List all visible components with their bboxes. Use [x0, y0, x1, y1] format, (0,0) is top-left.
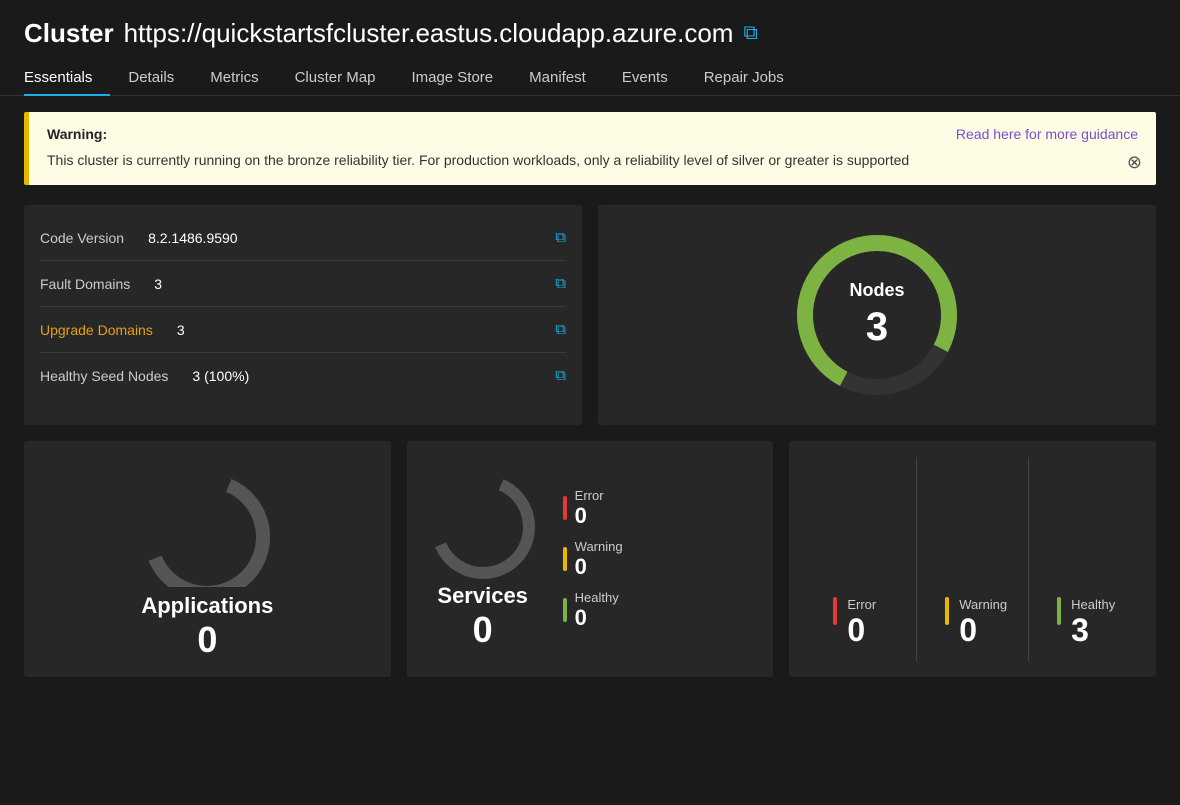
applications-donut-container: [127, 457, 287, 587]
nodes-value: 3: [849, 305, 904, 350]
services-stats: Error 0 Warning 0 Heal: [563, 488, 629, 631]
applications-value: 0: [197, 619, 217, 661]
nodes-stats-inner: Error 0 Warning 0: [805, 457, 1140, 661]
nodes-stats-panel: Error 0 Warning 0: [789, 441, 1156, 677]
node-warning-col: Warning 0: [917, 457, 1029, 661]
services-inner: Services 0 Error 0: [423, 467, 758, 651]
bottom-grid: Applications 0 Services 0: [24, 441, 1156, 677]
node-error-col: Error 0: [805, 457, 917, 661]
services-warning-label: Warning: [575, 539, 629, 554]
services-healthy-text: Healthy 0: [575, 590, 629, 631]
nodes-panel: Nodes 3: [598, 205, 1156, 425]
healthy-seed-nodes-row: Healthy Seed Nodes 3 (100%) ⧉: [40, 353, 566, 398]
node-warning-bar: [945, 597, 949, 625]
code-version-row: Code Version 8.2.1486.9590 ⧉: [40, 215, 566, 261]
tab-essentials[interactable]: Essentials: [24, 61, 110, 96]
nav-tabs: Essentials Details Metrics Cluster Map I…: [0, 49, 1180, 96]
info-grid: Code Version 8.2.1486.9590 ⧉ Fault Domai…: [24, 205, 1156, 425]
warning-close-icon[interactable]: ⊗: [1127, 152, 1142, 173]
node-error-value: 0: [847, 612, 876, 649]
copy-url-icon[interactable]: ⧉: [743, 22, 757, 45]
tab-manifest[interactable]: Manifest: [511, 61, 604, 96]
applications-title: Applications: [141, 593, 273, 619]
healthy-seed-nodes-label: Healthy Seed Nodes: [40, 368, 168, 384]
services-healthy-value: 0: [575, 605, 629, 631]
warning-message: This cluster is currently running on the…: [47, 150, 1138, 171]
fault-domains-value: 3: [154, 276, 162, 292]
tab-image-store[interactable]: Image Store: [393, 61, 511, 96]
services-warning-row: Warning 0: [563, 539, 629, 580]
cluster-url: https://quickstartsfcluster.eastus.cloud…: [124, 18, 734, 49]
node-healthy-bar: [1057, 597, 1061, 625]
warning-banner: Warning: Read here for more guidance Thi…: [24, 112, 1156, 185]
code-version-value: 8.2.1486.9590: [148, 230, 238, 246]
services-error-row: Error 0: [563, 488, 629, 529]
tab-cluster-map[interactable]: Cluster Map: [277, 61, 394, 96]
tab-metrics[interactable]: Metrics: [192, 61, 276, 96]
healthy-seed-nodes-value: 3 (100%): [192, 368, 249, 384]
nodes-title: Nodes: [849, 280, 904, 301]
services-error-bar: [563, 496, 567, 520]
main-content: Warning: Read here for more guidance Thi…: [0, 96, 1180, 693]
code-version-label: Code Version: [40, 230, 124, 246]
info-panel: Code Version 8.2.1486.9590 ⧉ Fault Domai…: [24, 205, 582, 425]
nodes-donut-container: Nodes 3: [787, 225, 967, 405]
services-error-text: Error 0: [575, 488, 629, 529]
services-error-label: Error: [575, 488, 629, 503]
node-healthy-value: 3: [1071, 612, 1115, 649]
tab-events[interactable]: Events: [604, 61, 686, 96]
tab-details[interactable]: Details: [110, 61, 192, 96]
services-healthy-bar: [563, 598, 567, 622]
upgrade-domains-label: Upgrade Domains: [40, 322, 153, 338]
node-warning-label: Warning: [959, 597, 1007, 612]
tab-repair-jobs[interactable]: Repair Jobs: [686, 61, 802, 96]
upgrade-domains-row: Upgrade Domains 3 ⧉: [40, 307, 566, 353]
applications-donut-svg: [127, 457, 287, 587]
services-donut-left: Services 0: [423, 467, 543, 651]
fault-domains-row: Fault Domains 3 ⧉: [40, 261, 566, 307]
services-healthy-label: Healthy: [575, 590, 629, 605]
services-healthy-row: Healthy 0: [563, 590, 629, 631]
node-healthy-col: Healthy 3: [1029, 457, 1140, 661]
applications-inner: Applications 0: [40, 457, 375, 661]
healthy-seed-nodes-copy-icon[interactable]: ⧉: [555, 367, 566, 384]
header: Cluster https://quickstartsfcluster.east…: [0, 0, 1180, 49]
services-error-value: 0: [575, 503, 629, 529]
node-healthy-label: Healthy: [1071, 597, 1115, 612]
warning-link[interactable]: Read here for more guidance: [956, 126, 1138, 142]
services-warning-text: Warning 0: [575, 539, 629, 580]
upgrade-domains-value: 3: [177, 322, 185, 338]
warning-label: Warning:: [47, 126, 107, 142]
services-warning-value: 0: [575, 554, 629, 580]
services-warning-bar: [563, 547, 567, 571]
upgrade-domains-copy-icon[interactable]: ⧉: [555, 321, 566, 338]
services-title: Services: [437, 583, 528, 609]
node-error-bar: [833, 597, 837, 625]
fault-domains-copy-icon[interactable]: ⧉: [555, 275, 566, 292]
node-warning-value: 0: [959, 612, 1007, 649]
services-panel: Services 0 Error 0: [407, 441, 774, 677]
services-donut-svg: [423, 467, 543, 587]
code-version-copy-icon[interactable]: ⧉: [555, 229, 566, 246]
nodes-donut-label: Nodes 3: [849, 280, 904, 350]
services-value: 0: [437, 609, 528, 651]
applications-panel: Applications 0: [24, 441, 391, 677]
cluster-label: Cluster: [24, 18, 114, 49]
fault-domains-label: Fault Domains: [40, 276, 130, 292]
node-error-label: Error: [847, 597, 876, 612]
